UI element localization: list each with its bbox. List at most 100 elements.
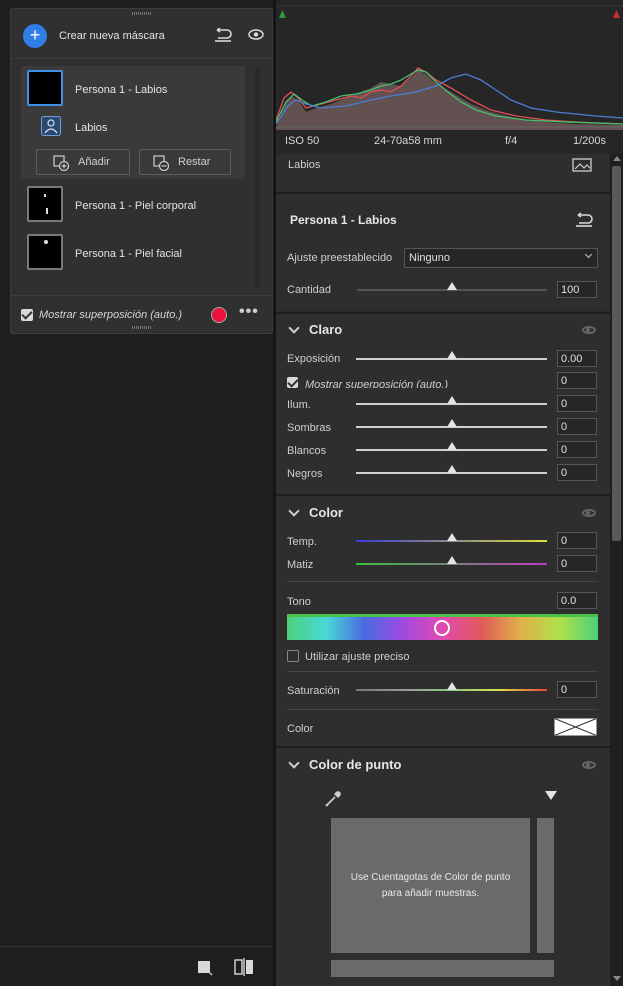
eye-icon[interactable]: [248, 29, 264, 40]
tint-slider-thumb[interactable]: [447, 556, 457, 564]
temp-value[interactable]: 0: [557, 532, 597, 549]
add-label: Añadir: [78, 156, 110, 168]
compare-view-icon[interactable]: [234, 958, 254, 976]
preset-label: Ajuste preestablecido: [287, 252, 393, 264]
mask-group-selected[interactable]: Persona 1 - Labios Labios Añadir Restar: [21, 66, 245, 179]
highlights-label: Ilum.: [287, 399, 311, 411]
whites-label: Blancos: [287, 445, 327, 457]
eye-icon[interactable]: [582, 761, 596, 769]
saturation-slider-thumb[interactable]: [447, 682, 457, 690]
light-title[interactable]: Claro: [309, 322, 342, 337]
bottom-toolbar: [0, 946, 273, 986]
point-color-title[interactable]: Color de punto: [309, 757, 401, 772]
hue-picker-handle[interactable]: [434, 620, 450, 636]
amount-slider-thumb[interactable]: [447, 282, 457, 290]
mask-list: Persona 1 - Labios Labios Añadir Restar …: [21, 66, 263, 288]
amount-label: Cantidad: [287, 284, 332, 296]
create-mask-label[interactable]: Crear nueva máscara: [59, 30, 165, 42]
point-color-section: Color de punto Use Cuentagotas de Color …: [276, 746, 610, 986]
chevron-down-icon[interactable]: [288, 505, 300, 517]
subtract-button[interactable]: Restar: [139, 149, 231, 175]
saturation-label: Saturación: [287, 685, 340, 697]
cut-section-label: Labios: [288, 159, 321, 171]
component-label[interactable]: Labios: [75, 122, 107, 134]
image-icon[interactable]: [572, 158, 592, 172]
sample-bottom-strip[interactable]: [331, 960, 554, 977]
divider: [287, 709, 598, 710]
color-label: Color: [287, 723, 314, 735]
shadows-label: Sombras: [287, 422, 332, 434]
subtract-mask-icon: [153, 155, 169, 171]
reset-icon[interactable]: [214, 28, 232, 42]
whites-value[interactable]: 0: [557, 441, 597, 458]
contrast-value[interactable]: 0: [557, 372, 597, 389]
preset-dropdown[interactable]: Ninguno: [404, 248, 598, 268]
blacks-label: Negros: [287, 468, 323, 480]
scroll-up-icon[interactable]: [613, 156, 621, 161]
sample-side-strip[interactable]: [537, 818, 554, 953]
eye-icon[interactable]: [582, 509, 596, 517]
chevron-down-icon[interactable]: [288, 322, 300, 334]
temp-slider-thumb[interactable]: [447, 533, 457, 541]
exposure-value[interactable]: 0.00: [557, 350, 597, 367]
preset-value: Ninguno: [409, 252, 450, 264]
histogram: ISO 50 24-70a58 mm f/4 1/200s: [276, 0, 623, 154]
light-section: Claro Exposición 0.00 Mostrar superposic…: [276, 312, 610, 494]
color-swatch[interactable]: [554, 718, 597, 736]
tint-value[interactable]: 0: [557, 555, 597, 572]
mask-list-scrollbar[interactable]: [255, 66, 260, 288]
caret-down-icon[interactable]: [545, 791, 557, 800]
shadows-value[interactable]: 0: [557, 418, 597, 435]
temp-label: Temp.: [287, 536, 317, 548]
hue-color-bar[interactable]: [287, 614, 598, 640]
scroll-down-icon[interactable]: [613, 976, 621, 981]
blacks-slider-thumb[interactable]: [447, 465, 457, 473]
eyedropper-icon[interactable]: [324, 790, 342, 808]
amount-value[interactable]: 100: [557, 281, 597, 298]
mask-thumbnail[interactable]: [27, 70, 63, 106]
lens-value: 24-70a58 mm: [374, 135, 442, 147]
add-button[interactable]: Añadir: [36, 149, 130, 175]
sample-hint: Use Cuentagotas de Color de punto para a…: [350, 872, 511, 899]
panel-scrollbar[interactable]: [610, 154, 623, 986]
adjustments-panel: Labios Persona 1 - Labios Ajuste preesta…: [276, 154, 623, 986]
fine-adjust-label: Utilizar ajuste preciso: [305, 651, 410, 663]
highlights-value[interactable]: 0: [557, 395, 597, 412]
mask-settings-section: Persona 1 - Labios Ajuste preestablecido…: [276, 192, 610, 310]
add-mask-icon: [53, 155, 69, 171]
single-view-icon[interactable]: [197, 960, 213, 976]
chevron-down-icon[interactable]: [288, 757, 300, 769]
mask-panel: + Crear nueva máscara Persona 1 - Labios…: [10, 8, 273, 334]
mask-item-label[interactable]: Persona 1 - Piel facial: [75, 248, 182, 260]
create-mask-button[interactable]: +: [23, 24, 47, 48]
fine-adjust-checkbox[interactable]: [287, 650, 299, 662]
saturation-value[interactable]: 0: [557, 681, 597, 698]
exposure-slider-thumb[interactable]: [447, 351, 457, 359]
overlay-checkbox[interactable]: [21, 309, 33, 321]
mask-thumbnail[interactable]: [27, 186, 63, 222]
scrollbar-thumb[interactable]: [612, 166, 621, 541]
reset-mask-icon[interactable]: [574, 212, 594, 228]
histogram-info: ISO 50 24-70a58 mm f/4 1/200s: [276, 131, 623, 151]
mask-item-label[interactable]: Persona 1 - Labios: [75, 84, 167, 96]
color-title[interactable]: Color: [309, 505, 343, 520]
hue-label: Tono: [287, 596, 311, 608]
ghost-overlay-checkbox[interactable]: [287, 377, 298, 388]
eye-icon[interactable]: [582, 326, 596, 334]
shadows-slider-thumb[interactable]: [447, 419, 457, 427]
blacks-value[interactable]: 0: [557, 464, 597, 481]
aperture-value: f/4: [505, 135, 518, 147]
highlights-slider-thumb[interactable]: [447, 396, 457, 404]
lips-icon[interactable]: [41, 116, 61, 136]
shutter-value: 1/200s: [573, 135, 607, 147]
hue-value[interactable]: 0.0: [557, 592, 597, 609]
whites-slider-thumb[interactable]: [447, 442, 457, 450]
divider: [287, 581, 598, 582]
overlay-color-swatch[interactable]: [211, 307, 227, 323]
overlay-row: Mostrar superposición (auto.) •••: [11, 295, 272, 333]
more-options-icon[interactable]: •••: [239, 303, 259, 321]
mask-thumbnail[interactable]: [27, 234, 63, 270]
sample-area[interactable]: Use Cuentagotas de Color de punto para a…: [331, 818, 530, 953]
overlay-label: Mostrar superposición (auto.): [39, 309, 183, 321]
mask-item-label[interactable]: Persona 1 - Piel corporal: [75, 200, 196, 212]
